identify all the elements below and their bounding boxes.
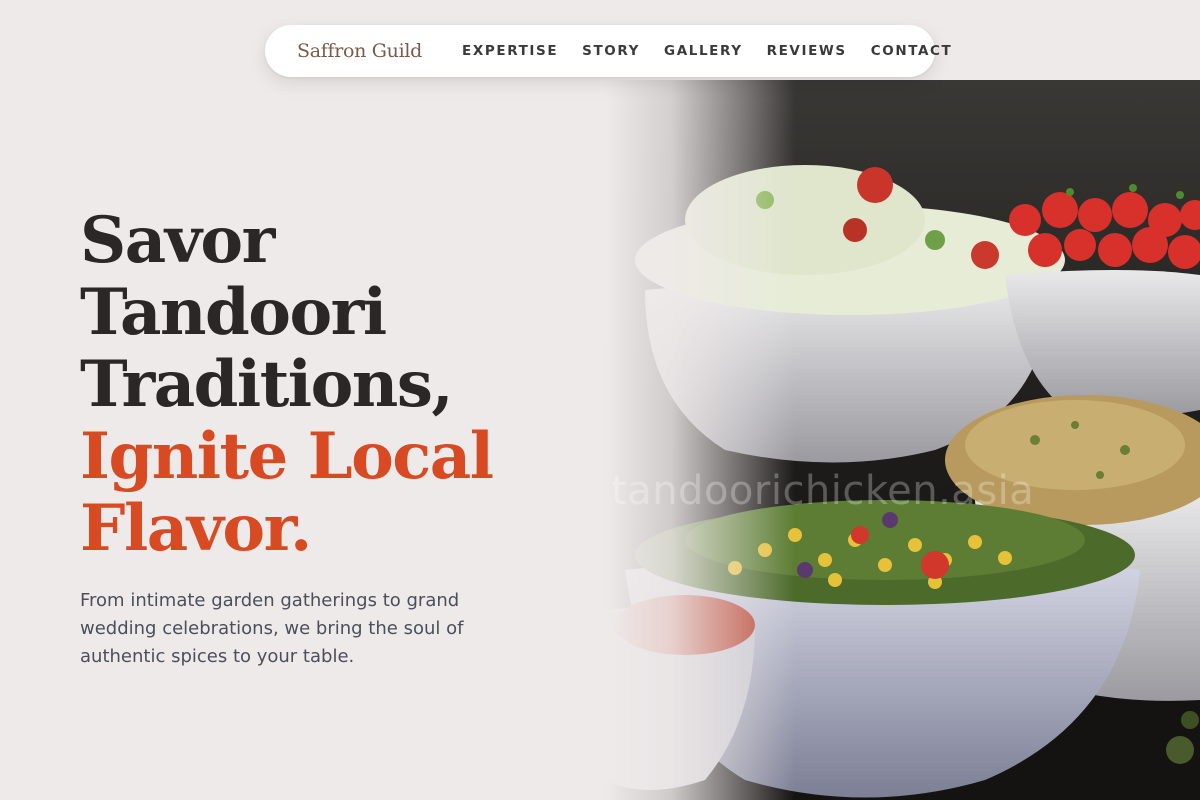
nav-link-gallery[interactable]: GALLERY (664, 43, 743, 59)
brand-logo[interactable]: Saffron Guild (297, 40, 422, 62)
headline-line-3: Traditions, (80, 347, 454, 422)
nav-link-story[interactable]: STORY (582, 43, 640, 59)
hero-headline: Savor Tandoori Traditions, Ignite Local … (80, 205, 550, 565)
hero-subtext: From intimate garden gatherings to grand… (80, 590, 464, 667)
hero-food-image: tandoorichicken.asia (605, 80, 1200, 800)
nav-link-contact[interactable]: CONTACT (871, 43, 953, 59)
salad-bowls-illustration (605, 80, 1200, 800)
headline-accent-line-1: Ignite Local (80, 419, 494, 494)
top-nav: Saffron Guild EXPERTISE STORY GALLERY RE… (265, 25, 951, 77)
nav-link-expertise[interactable]: EXPERTISE (462, 43, 558, 59)
hero-section: Savor Tandoori Traditions, Ignite Local … (80, 205, 550, 671)
headline-line-2: Tandoori (80, 275, 387, 350)
nav-links: EXPERTISE STORY GALLERY REVIEWS CONTACT (462, 43, 952, 59)
headline-accent-line-2: Flavor. (80, 491, 312, 566)
nav-link-reviews[interactable]: REVIEWS (767, 43, 847, 59)
headline-line-1: Savor (80, 203, 275, 278)
